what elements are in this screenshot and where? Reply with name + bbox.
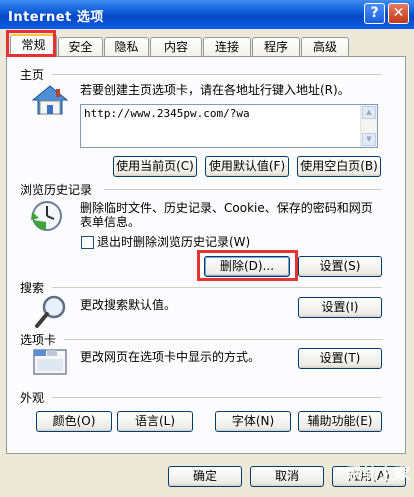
tab-connections[interactable]: 连接 bbox=[203, 37, 251, 56]
watermark-logo: 系统之家 bbox=[345, 464, 410, 483]
colors-button[interactable]: 颜色(O) bbox=[36, 411, 112, 432]
delete-on-exit-checkbox[interactable] bbox=[81, 236, 94, 249]
use-default-button[interactable]: 使用默认值(F) bbox=[205, 156, 289, 177]
tab-security[interactable]: 安全 bbox=[58, 37, 103, 56]
tab-advanced[interactable]: 高级 bbox=[301, 37, 349, 56]
homepage-url-field[interactable]: http://www.2345pw.com/?wa ▲ ▼ bbox=[80, 104, 378, 148]
scroll-up-icon[interactable]: ▲ bbox=[362, 106, 376, 119]
title-bar: Internet 选项 ? ✕ bbox=[0, 0, 414, 29]
close-button[interactable]: ✕ bbox=[388, 3, 409, 24]
tabs-settings-button[interactable]: 设置(T) bbox=[298, 348, 382, 369]
tab-content[interactable]: 内容 bbox=[150, 37, 202, 56]
search-desc: 更改搜索默认值。 bbox=[80, 298, 177, 312]
history-desc-line1: 删除临时文件、历史记录、Cookie、保存的密码和网页 bbox=[80, 201, 373, 215]
history-settings-button[interactable]: 设置(S) bbox=[298, 256, 382, 277]
search-magnifier-icon bbox=[34, 294, 68, 330]
tab-programs[interactable]: 程序 bbox=[252, 37, 300, 56]
languages-button[interactable]: 语言(L) bbox=[117, 411, 193, 432]
divider bbox=[52, 397, 382, 398]
history-group-title: 浏览历史记录 bbox=[20, 183, 93, 197]
divider bbox=[52, 287, 382, 288]
scroll-down-icon[interactable]: ▼ bbox=[362, 133, 376, 146]
fonts-button[interactable]: 字体(N) bbox=[215, 411, 291, 432]
tab-privacy[interactable]: 隐私 bbox=[104, 37, 149, 56]
highlight-box-tab bbox=[6, 30, 56, 57]
search-settings-button[interactable]: 设置(I) bbox=[298, 297, 382, 318]
homepage-group-title: 主页 bbox=[20, 68, 45, 82]
divider bbox=[104, 189, 382, 190]
use-current-button[interactable]: 使用当前页(C) bbox=[113, 156, 197, 177]
accessibility-button[interactable]: 辅助功能(E) bbox=[298, 411, 382, 432]
delete-on-exit-label[interactable]: 退出时删除浏览历史记录(W) bbox=[97, 235, 250, 250]
ok-button[interactable]: 确定 bbox=[168, 466, 242, 487]
home-icon bbox=[30, 84, 70, 116]
tabbed-window-icon bbox=[32, 346, 68, 376]
history-desc-line2: 表单信息。 bbox=[80, 215, 141, 229]
highlight-box-delete bbox=[197, 250, 298, 281]
history-clock-icon bbox=[30, 198, 66, 234]
divider bbox=[52, 74, 382, 75]
help-button[interactable]: ? bbox=[364, 3, 385, 24]
use-blank-button[interactable]: 使用空白页(B) bbox=[297, 156, 381, 177]
homepage-url-text: http://www.2345pw.com/?wa bbox=[84, 107, 250, 120]
tabs-desc: 更改网页在选项卡中显示的方式。 bbox=[80, 350, 261, 364]
divider bbox=[64, 339, 382, 340]
appearance-group-title: 外观 bbox=[20, 391, 45, 405]
window-title: Internet 选项 bbox=[8, 10, 104, 25]
homepage-hint: 若要创建主页选项卡，请在各地址行键入地址(R)。 bbox=[80, 83, 350, 97]
url-scrollbar[interactable]: ▲ ▼ bbox=[360, 105, 377, 147]
